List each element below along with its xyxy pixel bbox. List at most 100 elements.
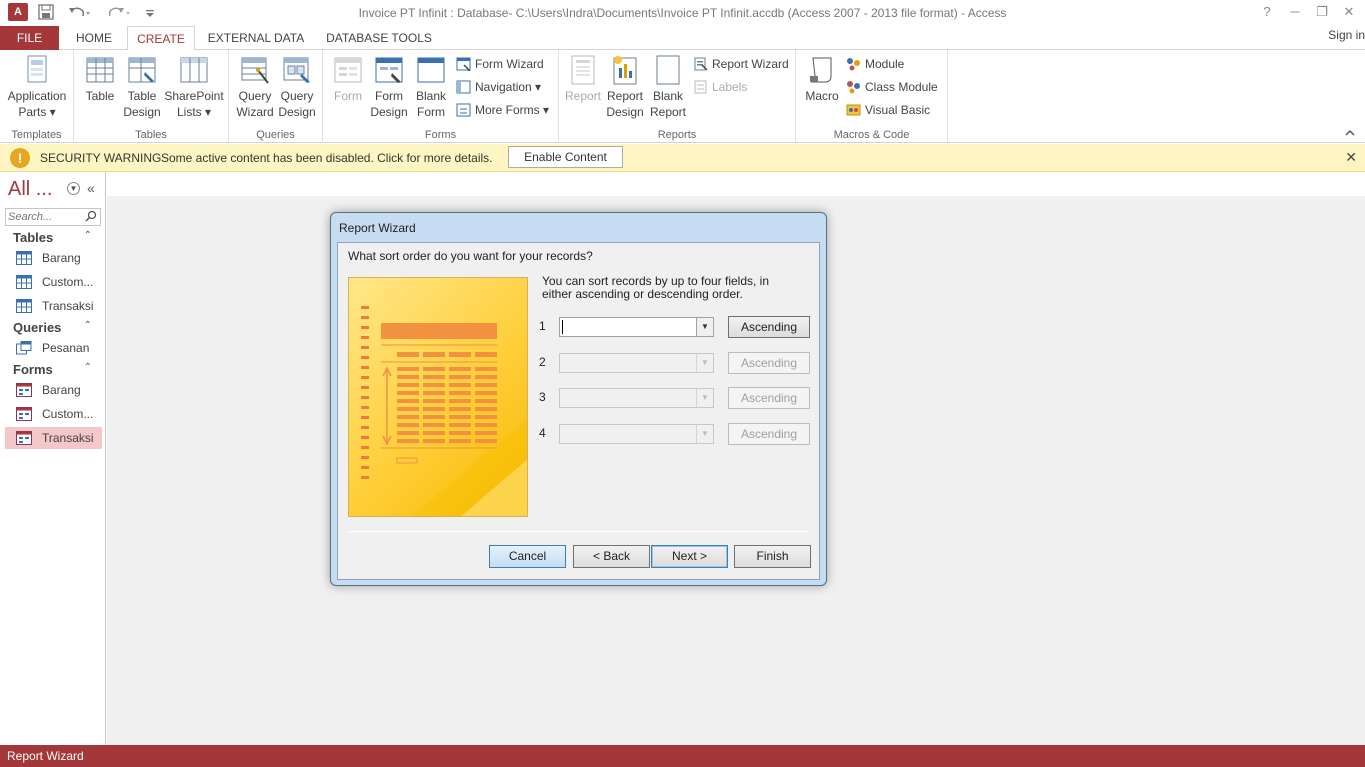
- report-sort-illustration: [348, 277, 528, 517]
- blank-form-button[interactable]: Blank Form: [411, 54, 451, 120]
- class-module-button[interactable]: Class Module: [846, 78, 938, 96]
- chevron-down-icon[interactable]: ▼: [696, 425, 713, 443]
- group-tables: Table Table Design SharePoint Lists ▾ Ta…: [74, 50, 229, 143]
- query-wizard-icon: [240, 54, 270, 86]
- cancel-button[interactable]: Cancel: [489, 545, 566, 568]
- report-design-button[interactable]: Report Design: [605, 54, 645, 120]
- sort-field-3-combo[interactable]: ▼: [559, 388, 714, 408]
- tab-file[interactable]: FILE: [0, 26, 59, 50]
- sort-field-2-combo[interactable]: ▼: [559, 353, 714, 373]
- chevron-down-icon[interactable]: ▼: [696, 318, 713, 336]
- nav-section-tables[interactable]: Tables ⌃: [0, 228, 102, 248]
- tab-database-tools[interactable]: DATABASE TOOLS: [318, 26, 440, 50]
- nav-item-form-barang[interactable]: Barang: [5, 379, 102, 401]
- status-text: Report Wizard: [7, 749, 84, 763]
- ribbon-tabs: FILE HOME CREATE EXTERNAL DATA DATABASE …: [0, 26, 1365, 51]
- sort-field-1-order-button[interactable]: Ascending: [728, 316, 810, 338]
- chevron-down-icon[interactable]: ▼: [696, 354, 713, 372]
- module-button[interactable]: Module: [846, 55, 904, 73]
- nav-item-form-customer[interactable]: Custom...: [5, 403, 102, 425]
- group-macros-code: Macro Module Class Module Visual Basic M…: [796, 50, 948, 143]
- nav-item-table-barang[interactable]: Barang: [5, 247, 102, 269]
- nav-item-table-customer[interactable]: Custom...: [5, 271, 102, 293]
- query-design-button[interactable]: Query Design: [275, 54, 319, 120]
- tab-create[interactable]: CREATE: [127, 26, 195, 51]
- table-button[interactable]: Table: [80, 54, 120, 104]
- table-design-button[interactable]: Table Design: [122, 54, 162, 120]
- more-forms-button[interactable]: More Forms ▾: [456, 101, 549, 119]
- title-bar: A Invoice PT Infinit : Database- C:\User…: [0, 0, 1365, 26]
- close-icon[interactable]: ✕: [1345, 149, 1357, 166]
- help-button[interactable]: ?: [1256, 3, 1278, 21]
- report-wizard-button[interactable]: Report Wizard: [693, 55, 789, 73]
- search-icon[interactable]: [84, 210, 98, 224]
- labels-icon: [693, 80, 708, 94]
- sign-in-link[interactable]: Sign in: [1328, 28, 1365, 42]
- sort-field-4-label: 4: [539, 426, 546, 440]
- chevron-up-icon: ⌃: [83, 362, 92, 373]
- table-icon: [16, 251, 32, 265]
- more-forms-icon: [456, 103, 471, 117]
- form-icon: [333, 54, 363, 86]
- tab-external-data[interactable]: EXTERNAL DATA: [200, 26, 312, 50]
- labels-button[interactable]: Labels: [693, 78, 747, 96]
- nav-search-box: [5, 208, 101, 226]
- class-module-icon: [846, 80, 861, 94]
- report-button[interactable]: Report: [563, 54, 603, 104]
- nav-item-table-transaksi[interactable]: Transaksi: [5, 295, 102, 317]
- visual-basic-button[interactable]: Visual Basic: [846, 101, 930, 119]
- finish-button[interactable]: Finish: [734, 545, 811, 568]
- query-wizard-button[interactable]: Query Wizard: [233, 54, 277, 120]
- sort-field-4-combo[interactable]: ▼: [559, 424, 714, 444]
- application-parts-button[interactable]: Application Parts ▾: [2, 54, 72, 120]
- query-icon: [16, 341, 32, 355]
- search-input[interactable]: [6, 209, 84, 225]
- form-wizard-button[interactable]: Form Wizard: [456, 55, 544, 73]
- chevron-down-icon[interactable]: ▼: [696, 389, 713, 407]
- blank-form-icon: [416, 54, 446, 86]
- macro-button[interactable]: Macro: [802, 54, 842, 104]
- back-button[interactable]: < Back: [573, 545, 650, 568]
- shutter-bar-icon[interactable]: «: [87, 180, 95, 196]
- sort-field-4-order-button[interactable]: Ascending: [728, 423, 810, 445]
- window-title: Invoice PT Infinit : Database- C:\Users\…: [358, 6, 1007, 20]
- chevron-up-icon: ⌃: [83, 320, 92, 331]
- group-label-queries: Queries: [256, 129, 295, 141]
- nav-section-queries[interactable]: Queries ⌃: [0, 318, 102, 338]
- chevron-up-icon: ⌃: [83, 230, 92, 241]
- minimize-button[interactable]: ─: [1284, 3, 1306, 21]
- group-label-reports: Reports: [657, 129, 697, 141]
- security-warning-bar[interactable]: ! SECURITY WARNING Some active content h…: [0, 144, 1365, 172]
- workspace-header: [107, 172, 1365, 196]
- form-icon: [16, 431, 32, 445]
- dialog-question: What sort order do you want for your rec…: [348, 249, 593, 263]
- nav-item-form-transaksi[interactable]: Transaksi: [5, 427, 102, 449]
- chevron-down-icon[interactable]: ▼: [67, 182, 80, 195]
- group-queries: Query Wizard Query Design Queries: [229, 50, 323, 143]
- tab-home[interactable]: HOME: [66, 26, 122, 50]
- next-button[interactable]: Next >: [651, 545, 728, 568]
- security-warning-message[interactable]: Some active content has been disabled. C…: [161, 151, 493, 165]
- sort-field-3-order-button[interactable]: Ascending: [728, 387, 810, 409]
- form-icon: [16, 407, 32, 421]
- navigation-button[interactable]: Navigation ▾: [456, 78, 541, 96]
- form-design-button[interactable]: Form Design: [369, 54, 409, 120]
- nav-pane-title[interactable]: All ...: [8, 178, 52, 201]
- table-icon: [16, 299, 32, 313]
- sort-field-1-combo[interactable]: ▼: [559, 317, 714, 337]
- close-button[interactable]: ✕: [1338, 3, 1360, 21]
- group-label-templates: Templates: [11, 129, 62, 141]
- blank-report-button[interactable]: Blank Report: [647, 54, 689, 120]
- group-label-forms: Forms: [424, 129, 457, 141]
- form-button[interactable]: Form: [329, 54, 367, 104]
- collapse-ribbon-icon[interactable]: [1345, 128, 1355, 140]
- enable-content-button[interactable]: Enable Content: [508, 146, 623, 168]
- sort-field-2-order-button[interactable]: Ascending: [728, 352, 810, 374]
- sharepoint-lists-button[interactable]: SharePoint Lists ▾: [162, 54, 226, 120]
- nav-item-query-pesanan[interactable]: Pesanan: [5, 337, 102, 359]
- form-wizard-icon: [456, 57, 471, 72]
- restore-button[interactable]: ❐: [1311, 3, 1333, 21]
- navigation-icon: [456, 80, 471, 94]
- group-label-tables: Tables: [135, 129, 167, 141]
- nav-section-forms[interactable]: Forms ⌃: [0, 360, 102, 380]
